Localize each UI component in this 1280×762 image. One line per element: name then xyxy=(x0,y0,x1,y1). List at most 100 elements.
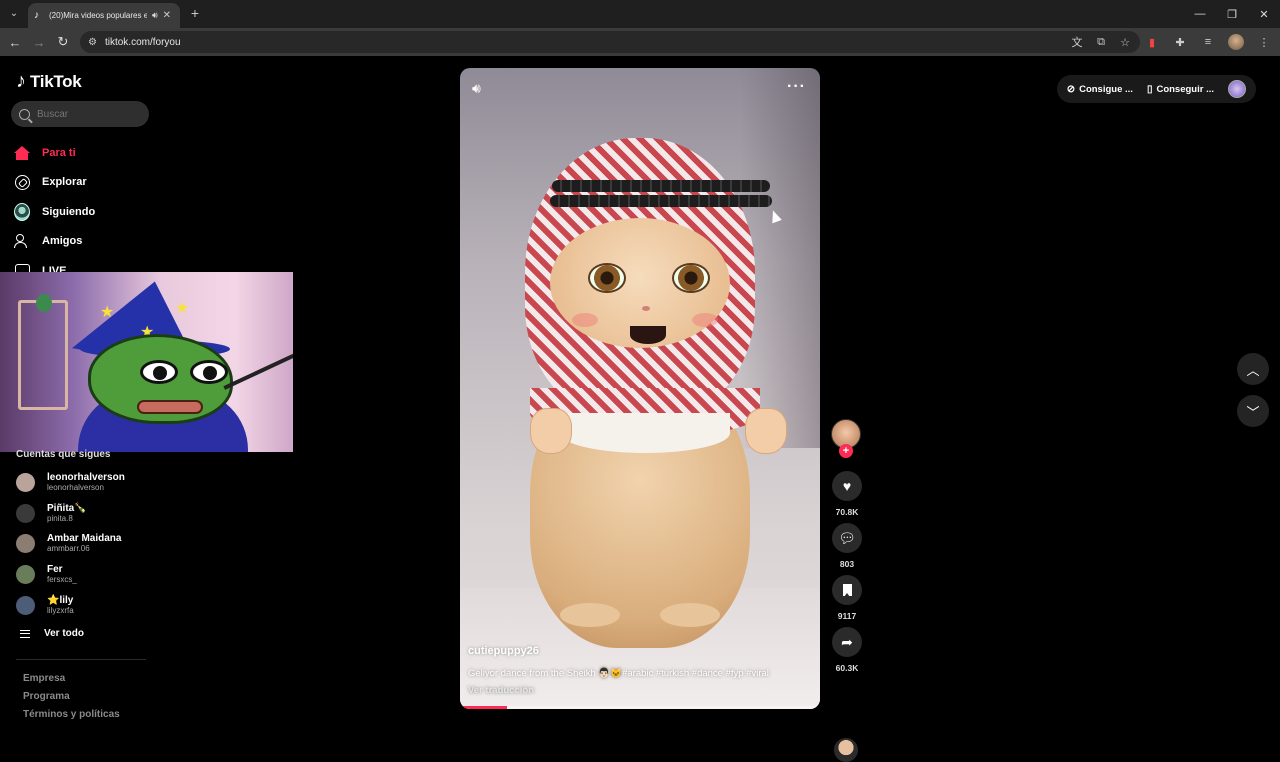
speaker-icon[interactable]: 🔊︎ xyxy=(152,10,158,21)
like-button[interactable]: ♥ xyxy=(832,471,862,501)
sidebar-item-label: Para ti xyxy=(42,146,76,159)
frog-mouth xyxy=(137,400,203,414)
browser-tab-bar: ⌄ ♪ (20)Mira videos populares en 🔊︎ ✕ + … xyxy=(0,0,1280,28)
share-action: ➦ 60.3K xyxy=(830,627,864,673)
footer-link-programa[interactable]: Programa xyxy=(23,688,120,706)
comment-button[interactable]: 💬︎ xyxy=(832,523,862,553)
account-handle: fersxcs_ xyxy=(47,574,77,584)
account-item[interactable]: Ambar Maidana ammbarr.06 xyxy=(16,528,125,559)
tiktok-icon: ♪ xyxy=(34,10,39,21)
plant xyxy=(36,294,52,312)
sidebar-item-label: Amigos xyxy=(42,235,83,248)
tab-search-dropdown-icon[interactable]: ⌄ xyxy=(6,5,22,21)
browser-profile-avatar[interactable] xyxy=(1228,34,1244,50)
browser-toolbar: ← → ↻ ⚙ tiktok.com/foryou 文 ⧉ ☆ ▮ ✚ ≡ ⋮ xyxy=(0,28,1280,56)
get-desktop-label: Conseguir ... xyxy=(1156,83,1214,95)
account-name: leonorhalverson xyxy=(47,471,125,483)
next-video-button[interactable]: ﹀ xyxy=(1237,395,1269,427)
tiktok-logo[interactable]: ♪ TikTok xyxy=(16,70,82,93)
bookmark-star-icon[interactable]: ☆ xyxy=(1118,34,1132,50)
url-text: tiktok.com/foryou xyxy=(104,36,181,48)
video-player[interactable]: 🔊︎ ··· cutiepuppy26 Geliyor dance from t… xyxy=(460,68,820,709)
cat-foot xyxy=(660,603,720,627)
account-handle: lilyzxrfa xyxy=(47,605,74,615)
address-bar[interactable]: ⚙ tiktok.com/foryou 文 ⧉ ☆ xyxy=(80,31,1140,53)
account-item[interactable]: ⭐lily lilyzxrfa xyxy=(16,590,125,621)
follow-plus-icon[interactable]: + xyxy=(839,444,853,458)
account-item[interactable]: Piñita🍾 pinita.8 xyxy=(16,498,125,529)
media-control-icon[interactable]: ≡ xyxy=(1200,34,1216,50)
address-bar-icons: 文 ⧉ ☆ xyxy=(1070,34,1132,50)
reload-button[interactable]: ↻ xyxy=(55,34,71,50)
star-icon: ★ xyxy=(100,304,115,321)
window-controls: — ❐ ✕ xyxy=(1184,0,1280,28)
get-desktop-app-button[interactable]: ▯ Conseguir ... xyxy=(1147,84,1214,95)
tiktok-note-icon: ♪ xyxy=(16,70,26,92)
cat-blush xyxy=(692,313,718,327)
profile-avatar[interactable] xyxy=(1228,80,1246,98)
back-button[interactable]: ← xyxy=(7,34,23,50)
account-item[interactable]: Fer fersxcs_ xyxy=(16,559,125,590)
site-info-icon[interactable]: ⚙ xyxy=(88,37,97,48)
search-box[interactable] xyxy=(11,101,149,127)
new-tab-button[interactable]: + xyxy=(188,5,202,21)
avatar xyxy=(16,503,35,523)
menu-kebab-icon[interactable]: ⋮ xyxy=(1256,34,1272,50)
sidebar-item-siguiendo[interactable]: Siguiendo xyxy=(14,197,95,227)
following-icon xyxy=(14,202,30,221)
minimize-button[interactable]: — xyxy=(1184,0,1216,28)
video-author[interactable]: cutiepuppy26 xyxy=(468,645,539,657)
close-tab-icon[interactable]: ✕ xyxy=(163,10,171,21)
home-icon xyxy=(14,145,30,160)
translate-icon[interactable]: 文 xyxy=(1070,34,1084,50)
account-name: Fer xyxy=(47,563,63,575)
save-button[interactable] xyxy=(832,575,862,605)
footer-link-terminos[interactable]: Términos y políticas xyxy=(23,706,120,724)
agal-band xyxy=(550,195,772,207)
extensions-puzzle-icon[interactable]: ✚ xyxy=(1172,34,1188,50)
account-name: Ambar Maidana xyxy=(47,533,122,545)
avatar xyxy=(16,534,35,554)
sidebar-item-para-ti[interactable]: Para ti xyxy=(14,138,95,168)
white-collar xyxy=(560,413,730,453)
sidebar-item-amigos[interactable]: Amigos xyxy=(14,227,95,257)
cat-nose xyxy=(642,306,650,311)
restore-button[interactable]: ❐ xyxy=(1216,0,1248,28)
install-app-icon[interactable]: ⧉ xyxy=(1094,34,1108,50)
sidebar-divider xyxy=(16,659,146,660)
share-button[interactable]: ➦ xyxy=(832,627,862,657)
more-options-icon[interactable]: ··· xyxy=(787,78,806,96)
see-all-label: Ver todo xyxy=(44,628,85,639)
shelf xyxy=(18,300,68,410)
see-translation-link[interactable]: Ver traducción xyxy=(468,685,534,696)
account-handle: ammbarr.06 xyxy=(47,544,90,554)
logo-text: TikTok xyxy=(30,71,82,91)
search-input[interactable] xyxy=(37,108,137,120)
volume-icon[interactable]: 🔊︎ xyxy=(472,80,481,97)
sidebar-item-explorar[interactable]: Explorar xyxy=(14,168,95,198)
avatar xyxy=(16,472,35,492)
account-handle: leonorhalverson xyxy=(47,482,104,492)
close-window-button[interactable]: ✕ xyxy=(1248,0,1280,28)
top-right-actions: ⊘ Consigue ... ▯ Conseguir ... xyxy=(1056,75,1256,103)
comment-icon: 💬︎ xyxy=(838,529,856,546)
cat-paw xyxy=(745,408,787,454)
footer-link-empresa[interactable]: Empresa xyxy=(23,670,120,688)
music-disc-avatar[interactable] xyxy=(834,738,858,762)
account-item[interactable]: leonorhalverson leonorhalverson xyxy=(16,467,125,498)
like-action: ♥ 70.8K xyxy=(830,471,864,517)
sidebar-nav: Para ti Explorar Siguiendo Amigos LIVE xyxy=(14,138,95,286)
save-action: 9117 xyxy=(830,575,864,621)
agal-band xyxy=(552,180,770,192)
forward-button[interactable]: → xyxy=(31,34,47,50)
see-all-button[interactable]: Ver todo xyxy=(20,628,84,639)
previous-video-button[interactable]: ︿ xyxy=(1237,353,1269,385)
cat-eye xyxy=(672,263,710,293)
avatar xyxy=(16,564,35,584)
like-count: 70.8K xyxy=(835,507,859,517)
browser-tab[interactable]: ♪ (20)Mira videos populares en 🔊︎ ✕ xyxy=(28,3,180,28)
get-app-button[interactable]: ⊘ Consigue ... xyxy=(1067,84,1133,95)
extension-icons: ▮ ✚ ≡ ⋮ xyxy=(1144,34,1272,50)
extension-icon[interactable]: ▮ xyxy=(1144,34,1160,50)
video-progress-track[interactable] xyxy=(460,706,820,709)
